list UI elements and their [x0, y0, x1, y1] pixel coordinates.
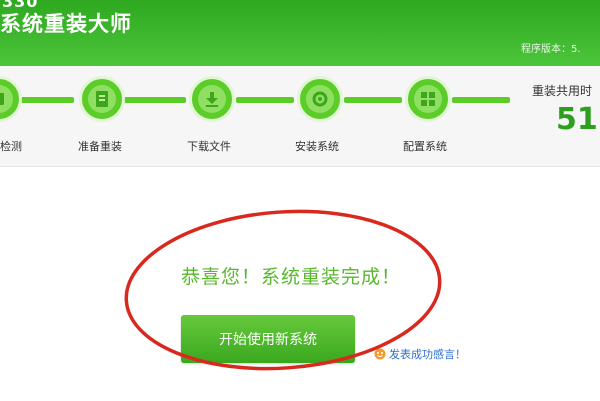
step-connector [452, 97, 510, 103]
document-icon [88, 85, 116, 113]
step-prepare [79, 76, 125, 122]
step-configure [405, 76, 451, 122]
app-title: 系统重装大师 [0, 12, 132, 36]
title-bar: 330 系统重装大师 程序版本：5. [0, 0, 600, 66]
step-connector [14, 97, 74, 103]
start-new-system-button[interactable]: 开始使用新系统 [181, 315, 355, 363]
download-icon [198, 85, 226, 113]
elapsed-time-label: 重装共用时 [532, 84, 593, 98]
installer-window: 330 系统重装大师 程序版本：5. 检测 准备重装 下载文件 安装系统 配置系… [0, 0, 600, 401]
version-label: 程序版本：5. [521, 44, 581, 55]
success-message: 恭喜您！系统重装完成！ [181, 266, 402, 288]
step-connector [124, 97, 186, 103]
step-label-install: 安装系统 [295, 140, 339, 153]
step-label-download: 下载文件 [187, 140, 231, 153]
feedback-link-label: 发表成功感言！ [389, 348, 466, 361]
windows-icon [414, 85, 442, 113]
check-icon [0, 85, 13, 113]
step-label-detect: 检测 [0, 140, 22, 153]
step-label-configure: 配置系统 [403, 140, 447, 153]
step-label-prepare: 准备重装 [78, 140, 122, 153]
step-download [189, 76, 235, 122]
step-connector [236, 97, 294, 103]
step-connector [344, 97, 402, 103]
step-install [297, 76, 343, 122]
elapsed-time-value: 51 [556, 102, 598, 137]
smile-icon [374, 348, 386, 360]
feedback-link[interactable]: 发表成功感言！ [374, 346, 466, 362]
gear-install-icon [306, 85, 334, 113]
